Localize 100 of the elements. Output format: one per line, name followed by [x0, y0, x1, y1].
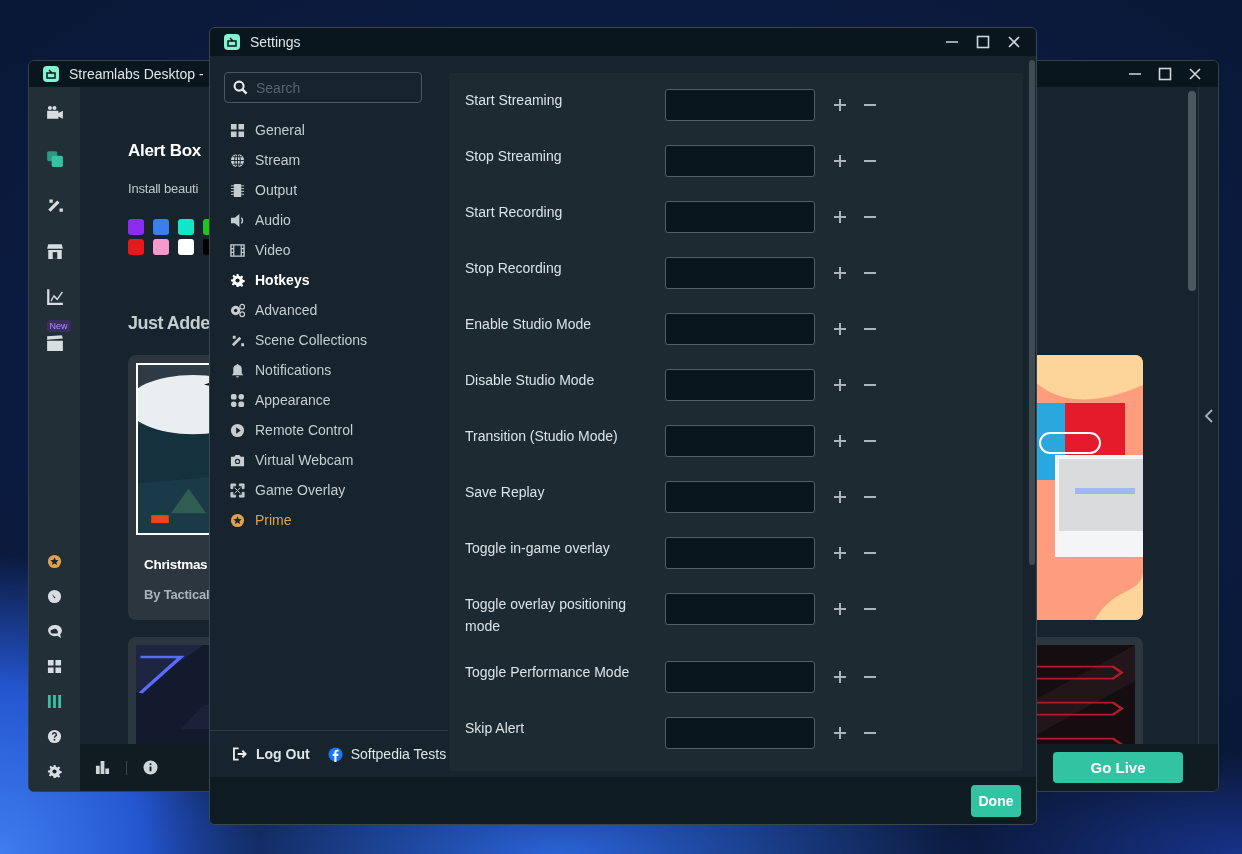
settings-nav-item[interactable]: Hotkeys: [224, 265, 448, 295]
color-swatch[interactable]: [128, 219, 144, 235]
close-icon[interactable]: [1007, 35, 1021, 49]
window-title: Settings: [250, 34, 301, 50]
plus-icon: [834, 267, 846, 279]
bell-icon: [230, 362, 245, 378]
maximize-icon[interactable]: [1158, 67, 1172, 81]
nav-button[interactable]: [44, 287, 65, 307]
camera-icon: [230, 452, 245, 468]
search-icon: [233, 80, 248, 95]
magic-wand-icon: [45, 196, 64, 214]
color-swatch[interactable]: [128, 239, 144, 255]
settings-nav-item[interactable]: Notifications: [224, 355, 448, 385]
bar-chart-icon[interactable]: [95, 760, 110, 775]
hotkey-label: Skip Alert: [465, 719, 526, 738]
hotkey-label: Toggle Performance Mode: [465, 663, 631, 682]
hotkey-label: Start Recording: [465, 203, 564, 222]
color-swatch[interactable]: [178, 219, 194, 235]
layers-icon: [45, 150, 64, 168]
plus-icon: [834, 491, 846, 503]
app-logo-icon: [43, 66, 59, 82]
hotkey-field[interactable]: [665, 369, 815, 401]
maximize-icon[interactable]: [976, 35, 990, 49]
hotkey-field[interactable]: [665, 481, 815, 513]
section-description: Install beauti: [128, 181, 199, 196]
apps-icon: [230, 392, 245, 408]
settings-nav-item[interactable]: Output: [224, 175, 448, 205]
gears-icon: [230, 302, 245, 318]
settings-nav-item[interactable]: Stream: [224, 145, 448, 175]
settings-nav-item[interactable]: Video: [224, 235, 448, 265]
grid-icon: [47, 658, 62, 674]
nav-button[interactable]: [44, 241, 65, 261]
settings-nav-item[interactable]: Appearance: [224, 385, 448, 415]
expand-icon: [230, 482, 245, 498]
hotkey-label: Toggle overlay positioning mode: [465, 595, 628, 636]
hotkey-label: Transition (Studio Mode): [465, 427, 619, 446]
color-swatch[interactable]: [153, 219, 169, 235]
hotkey-field[interactable]: [665, 201, 815, 233]
hotkey-field[interactable]: [665, 593, 815, 625]
speaker-icon: [230, 212, 245, 228]
info-icon[interactable]: [143, 760, 158, 775]
plus-icon: [834, 155, 846, 167]
chat-bubble-icon: [47, 623, 62, 639]
section-heading: Alert Box: [128, 141, 201, 161]
settings-nav-item[interactable]: Virtual Webcam: [224, 445, 448, 475]
hotkey-field[interactable]: [665, 257, 815, 289]
settings-nav-item[interactable]: Prime: [224, 505, 448, 535]
hotkey-field[interactable]: [665, 89, 815, 121]
film-icon: [230, 242, 245, 258]
store-icon: [45, 242, 64, 260]
settings-nav-item[interactable]: General: [224, 115, 448, 145]
plus-icon: [834, 379, 846, 391]
nav-button[interactable]: [44, 149, 65, 169]
settings-icon: [47, 763, 62, 779]
settings-nav-item[interactable]: Remote Control: [224, 415, 448, 445]
hotkey-label: Stop Streaming: [465, 147, 563, 166]
hotkey-field[interactable]: [665, 313, 815, 345]
app-logo-icon: [224, 34, 240, 50]
color-swatch[interactable]: [178, 239, 194, 255]
help-icon: [47, 728, 62, 744]
settings-nav-item[interactable]: Game Overlay: [224, 475, 448, 505]
card-author: By Tactical: [144, 587, 210, 602]
hotkey-field[interactable]: [665, 717, 815, 749]
plus-icon: [834, 99, 846, 111]
video-camera-icon: [45, 104, 64, 122]
card-title: Christmas: [144, 557, 208, 572]
hotkey-field[interactable]: [665, 145, 815, 177]
plus-icon: [834, 547, 846, 559]
gauge-icon: [47, 588, 62, 604]
clapperboard-icon: [45, 334, 64, 352]
search-field[interactable]: Search: [224, 72, 422, 103]
play-icon: [230, 422, 245, 438]
log-out-icon: [233, 747, 248, 761]
section-heading: Just Adde: [128, 313, 210, 334]
plus-icon: [834, 727, 846, 739]
scrollbar-thumb[interactable]: [1029, 60, 1035, 565]
log-out-link[interactable]: Log Out: [233, 746, 310, 762]
plus-icon: [834, 603, 846, 615]
facebook-icon: [327, 746, 343, 762]
plus-icon: [834, 671, 846, 683]
hotkey-field[interactable]: [665, 661, 815, 693]
hotkey-label: Disable Studio Mode: [465, 371, 596, 390]
chevron-left-icon[interactable]: [1203, 408, 1214, 423]
plus-icon: [834, 211, 846, 223]
hotkey-field[interactable]: [665, 537, 815, 569]
chip-icon: [230, 182, 245, 198]
hotkey-field[interactable]: [665, 425, 815, 457]
line-chart-icon: [45, 288, 64, 306]
close-icon[interactable]: [1188, 67, 1202, 81]
grid-icon: [230, 122, 245, 138]
hotkey-label: Start Streaming: [465, 91, 564, 110]
color-swatch[interactable]: [153, 239, 169, 255]
columns-icon: [47, 693, 62, 709]
settings-nav-item[interactable]: Advanced: [224, 295, 448, 325]
hotkey-label: Save Replay: [465, 483, 546, 502]
hotkey-label: Enable Studio Mode: [465, 315, 593, 334]
settings-nav-item[interactable]: Audio: [224, 205, 448, 235]
account-link[interactable]: Softpedia Tests: [327, 746, 447, 762]
scrollbar-thumb[interactable]: [1188, 91, 1196, 291]
settings-nav-item[interactable]: Scene Collections: [224, 325, 448, 355]
